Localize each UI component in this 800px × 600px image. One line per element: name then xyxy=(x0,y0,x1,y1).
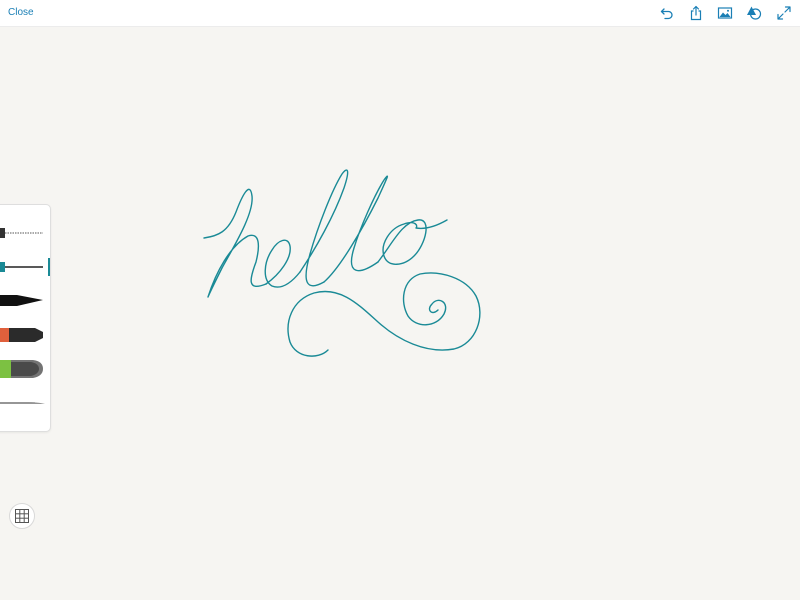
undo-button[interactable] xyxy=(659,5,675,21)
marker-icon xyxy=(0,328,43,342)
brush-panel xyxy=(0,204,51,432)
image-icon xyxy=(717,7,733,19)
layers-button[interactable] xyxy=(746,5,762,21)
close-button[interactable]: Close xyxy=(8,7,34,19)
fullscreen-icon xyxy=(777,6,791,20)
brush-calligraphy-pen[interactable] xyxy=(0,287,50,315)
brush-fine-pen[interactable] xyxy=(0,219,50,247)
grid-icon xyxy=(15,509,29,523)
drawing-canvas[interactable] xyxy=(0,27,800,600)
grid-toggle-button[interactable] xyxy=(9,503,35,529)
brush-airbrush[interactable] xyxy=(0,389,50,417)
selected-brush-indicator xyxy=(48,258,50,276)
layers-icon xyxy=(747,6,762,20)
watercolor-icon xyxy=(0,360,43,378)
brush-line-pen[interactable] xyxy=(0,253,50,281)
brush-watercolor[interactable] xyxy=(0,355,50,383)
fullscreen-button[interactable] xyxy=(776,5,792,21)
airbrush-icon xyxy=(0,402,45,404)
share-icon xyxy=(690,5,702,21)
calligraphy-pen-icon xyxy=(0,295,43,306)
brush-marker[interactable] xyxy=(0,321,50,349)
line-pen-icon xyxy=(0,262,43,272)
undo-icon xyxy=(660,8,673,20)
top-toolbar: Close xyxy=(0,0,800,27)
share-button[interactable] xyxy=(688,5,704,21)
image-button[interactable] xyxy=(717,5,733,21)
hello-drawing xyxy=(203,169,481,357)
fine-pen-icon xyxy=(0,228,43,238)
